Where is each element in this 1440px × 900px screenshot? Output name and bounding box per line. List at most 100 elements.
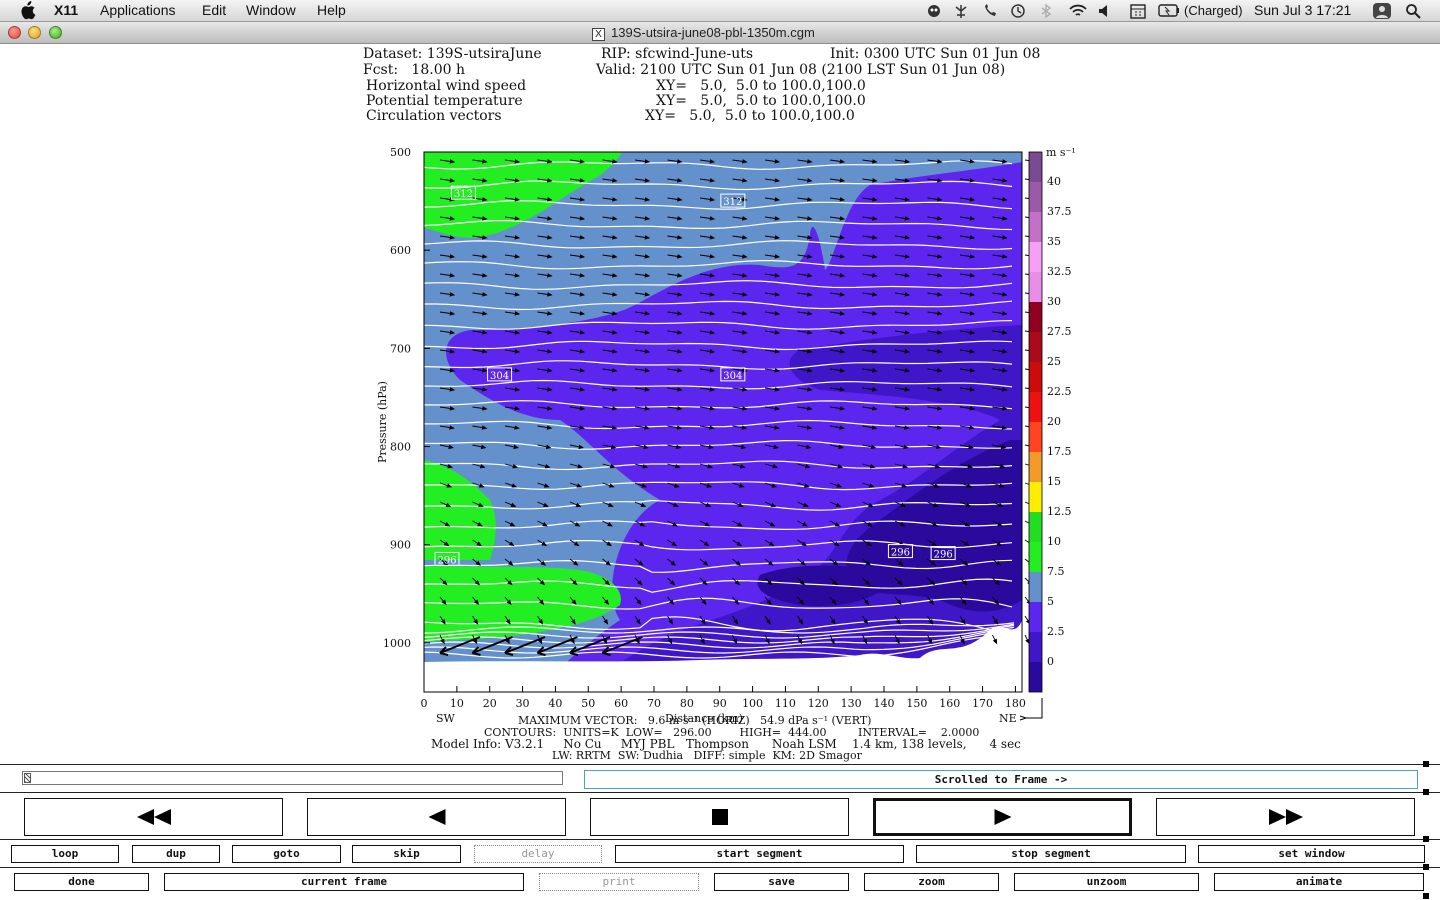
colorbar-label: 40 [1047, 175, 1061, 188]
y-tick-label: 1000 [383, 637, 411, 650]
colorbar-segment [1029, 542, 1042, 572]
goto-button[interactable]: goto [232, 845, 341, 863]
colorbar: 0 2.5 5 7.5 10 12.5 15 17.5 20 22.5 25 27.5 30 32.5 35… [1028, 151, 1072, 693]
footer-model-info-2: LW: RRTM SW: Dudhia DIFF: simple KM: 2D … [552, 749, 862, 762]
colorbar-label: 32.5 [1047, 265, 1072, 278]
x-tick-label: 140 [874, 697, 895, 710]
colorbar-segment [1029, 572, 1042, 602]
colorbar-label: 10 [1047, 535, 1061, 548]
resize-marker [1423, 836, 1429, 842]
skip-button[interactable]: skip [352, 845, 461, 863]
x-tick-label: 110 [775, 697, 796, 710]
delay-button[interactable]: delay [474, 845, 602, 863]
endpoint-arrowhead [1019, 715, 1028, 721]
x-tick-label: 180 [1005, 697, 1026, 710]
contour-label: 296 [891, 548, 910, 559]
x-tick-label: 90 [713, 697, 727, 710]
colorbar-label: 12.5 [1047, 505, 1072, 518]
separator [0, 764, 1440, 765]
unzoom-button[interactable]: unzoom [1014, 873, 1199, 891]
play-button[interactable] [873, 798, 1132, 836]
print-button[interactable]: print [539, 873, 699, 891]
colorbar-segment [1029, 242, 1042, 272]
fast-forward-button[interactable] [1156, 798, 1415, 836]
colorbar-label: 20 [1047, 415, 1061, 428]
colorbar-segment [1029, 332, 1042, 362]
y-tick-label: 600 [390, 244, 411, 257]
rewind-icon [136, 809, 171, 825]
separator [0, 839, 1440, 840]
contour-label: 296 [934, 550, 953, 561]
start-segment-button[interactable]: start segment [615, 845, 904, 863]
contour-label: 312 [723, 197, 742, 208]
x-tick-label: 80 [680, 697, 694, 710]
resize-marker [1423, 789, 1429, 795]
separator [0, 867, 1440, 868]
x-tick-label: 130 [841, 697, 862, 710]
y-tick-label: 700 [390, 342, 411, 355]
y-tick-label: 900 [390, 539, 411, 552]
x-tick-label: 10 [450, 697, 464, 710]
contour-label: 296 [437, 555, 456, 566]
x-tick-label: 40 [548, 697, 562, 710]
x-tick-label: 20 [483, 697, 497, 710]
colorbar-segment [1029, 152, 1042, 182]
x-tick-label: 160 [939, 697, 960, 710]
rewind-button[interactable] [24, 798, 283, 836]
fast-forward-icon [1268, 809, 1303, 825]
colorbar-segment [1029, 602, 1042, 632]
x-right-endpoint: NE [999, 712, 1017, 725]
x-tick-label: 0 [421, 697, 428, 710]
y-tick-label: 800 [390, 441, 411, 454]
save-button[interactable]: save [714, 873, 849, 891]
colorbar-label: 27.5 [1047, 325, 1072, 338]
x-tick-label: 70 [647, 697, 661, 710]
colorbar-label: 35 [1047, 235, 1061, 248]
colorbar-label: 0 [1047, 655, 1054, 668]
colorbar-label: 2.5 [1047, 625, 1065, 638]
colorbar-segment [1029, 392, 1042, 422]
y-tick-label: 500 [390, 146, 411, 159]
colorbar-segment [1029, 422, 1042, 452]
set-window-button[interactable]: set window [1198, 845, 1425, 863]
stop-segment-button[interactable]: stop segment [916, 845, 1186, 863]
resize-marker [1423, 864, 1429, 870]
frame-scrollbar-thumb[interactable] [24, 773, 31, 783]
colorbar-segment [1029, 512, 1042, 542]
separator [0, 792, 1440, 793]
x-tick-label: 100 [742, 697, 763, 710]
endpoint-arrow [1024, 698, 1043, 719]
contour-label: 304 [723, 371, 742, 382]
colorbar-segment [1029, 272, 1042, 302]
zoom-button[interactable]: zoom [864, 873, 999, 891]
colorbar-label: 5 [1047, 595, 1054, 608]
colorbar-label: 30 [1047, 295, 1061, 308]
x-left-endpoint: SW [436, 712, 456, 725]
colorbar-segment [1029, 182, 1042, 212]
stop-button[interactable] [590, 798, 849, 836]
x-tick-label: 120 [808, 697, 829, 710]
done-button[interactable]: done [14, 873, 149, 891]
colorbar-units: m s⁻¹ [1046, 146, 1076, 159]
colorbar-segment [1029, 302, 1042, 332]
step-back-icon [428, 809, 445, 825]
frame-status: Scrolled to Frame -> [584, 770, 1418, 789]
colorbar-label: 17.5 [1047, 445, 1072, 458]
colorbar-label: 7.5 [1047, 565, 1065, 578]
play-icon [994, 809, 1011, 825]
loop-button[interactable]: loop [11, 845, 119, 863]
animate-button[interactable]: animate [1214, 873, 1424, 891]
contour-label: 304 [490, 371, 509, 382]
x-tick-label: 50 [581, 697, 595, 710]
dup-button[interactable]: dup [132, 845, 220, 863]
step-back-button[interactable] [307, 798, 566, 836]
colorbar-label: 22.5 [1047, 385, 1072, 398]
colorbar-segment [1029, 662, 1042, 692]
y-axis: 500 600 700 800 900 1000 [383, 146, 430, 650]
current-frame-button[interactable]: current frame [164, 873, 524, 891]
colorbar-label: 25 [1047, 355, 1061, 368]
frame-scrollbar[interactable] [22, 771, 563, 785]
cross-section-plot: 312312304 304296296 296 500600700800900100… [376, 146, 1076, 725]
colorbar-segment [1029, 212, 1042, 242]
x-tick-label: 150 [906, 697, 927, 710]
